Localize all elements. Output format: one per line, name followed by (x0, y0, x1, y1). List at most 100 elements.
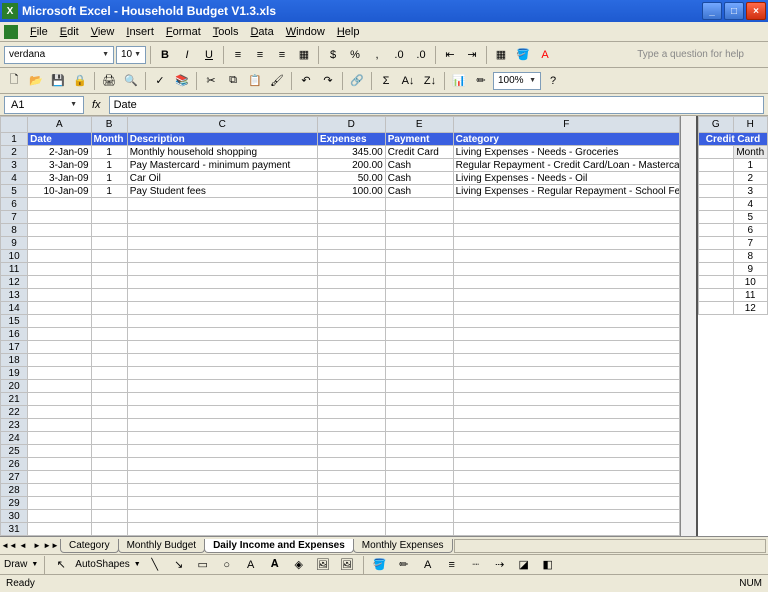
row-header[interactable]: 6 (1, 198, 28, 211)
arrow-button[interactable]: ↘ (169, 555, 189, 575)
row-header[interactable]: 15 (1, 315, 28, 328)
row-header[interactable]: 17 (1, 341, 28, 354)
row-header[interactable]: 16 (1, 328, 28, 341)
header-cell[interactable]: Category (453, 133, 679, 146)
tab-nav-prev[interactable]: ◄ (16, 539, 30, 553)
row-header[interactable]: 25 (1, 445, 28, 458)
currency-button[interactable]: $ (323, 45, 343, 65)
percent-button[interactable]: % (345, 45, 365, 65)
autoshapes-menu[interactable]: AutoShapes (75, 559, 130, 570)
side-month-cell[interactable]: 8 (733, 250, 768, 263)
format-painter-button[interactable]: 🖌 (267, 71, 287, 91)
sort-desc-button[interactable]: Z↓ (420, 71, 440, 91)
row-header[interactable]: 28 (1, 484, 28, 497)
cell[interactable]: 3-Jan-09 (28, 172, 91, 185)
minimize-button[interactable]: _ (702, 2, 722, 20)
fill-color-draw-button[interactable]: 🪣 (370, 555, 390, 575)
column-header-A[interactable]: A (28, 117, 91, 133)
row-header[interactable]: 2 (1, 146, 28, 159)
decrease-indent-button[interactable]: ⇤ (440, 45, 460, 65)
menu-tools[interactable]: Tools (207, 24, 245, 40)
cell[interactable]: Credit Card (385, 146, 453, 159)
row-header[interactable]: 4 (1, 172, 28, 185)
cell[interactable]: Regular Repayment - Credit Card/Loan - M… (453, 159, 679, 172)
cell[interactable]: 3-Jan-09 (28, 159, 91, 172)
line-button[interactable]: ╲ (145, 555, 165, 575)
side-subheader[interactable]: Month (733, 146, 768, 159)
sheet-tab-category[interactable]: Category (60, 539, 119, 553)
merge-center-button[interactable]: ▦ (294, 45, 314, 65)
horizontal-scrollbar[interactable] (454, 539, 766, 553)
fill-color-button[interactable]: 🪣 (513, 45, 533, 65)
align-center-button[interactable]: ≡ (250, 45, 270, 65)
menu-window[interactable]: Window (280, 24, 331, 40)
increase-indent-button[interactable]: ⇥ (462, 45, 482, 65)
column-header-B[interactable]: B (91, 117, 127, 133)
cell[interactable]: 10-Jan-09 (28, 185, 91, 198)
cell[interactable]: Pay Student fees (127, 185, 317, 198)
font-size-combo[interactable]: 10▼ (116, 46, 146, 64)
row-header[interactable]: 20 (1, 380, 28, 393)
cut-button[interactable]: ✂ (201, 71, 221, 91)
column-header-F[interactable]: F (453, 117, 679, 133)
tab-nav-last[interactable]: ►► (44, 539, 58, 553)
row-header[interactable]: 3 (1, 159, 28, 172)
save-button[interactable]: 💾 (48, 71, 68, 91)
row-header[interactable]: 5 (1, 185, 28, 198)
cell[interactable]: 1 (91, 146, 127, 159)
row-header[interactable]: 30 (1, 510, 28, 523)
undo-button[interactable]: ↶ (296, 71, 316, 91)
row-header[interactable]: 24 (1, 432, 28, 445)
shadow-button[interactable]: ◪ (514, 555, 534, 575)
picture-button[interactable]: 🖼 (337, 555, 357, 575)
row-header[interactable]: 1 (1, 133, 28, 146)
row-header[interactable]: 21 (1, 393, 28, 406)
cell[interactable]: Monthly household shopping (127, 146, 317, 159)
copy-button[interactable]: ⧉ (223, 71, 243, 91)
menu-edit[interactable]: Edit (54, 24, 85, 40)
select-all-corner[interactable] (1, 117, 28, 133)
side-month-cell[interactable]: 7 (733, 237, 768, 250)
column-header-H[interactable]: H (733, 117, 768, 133)
print-preview-button[interactable]: 🔍 (121, 71, 141, 91)
cell[interactable]: Car Oil (127, 172, 317, 185)
menu-view[interactable]: View (85, 24, 121, 40)
bold-button[interactable]: B (155, 45, 175, 65)
cell[interactable]: 100.00 (317, 185, 385, 198)
redo-button[interactable]: ↷ (318, 71, 338, 91)
row-header[interactable]: 26 (1, 458, 28, 471)
decrease-decimal-button[interactable]: .0 (411, 45, 431, 65)
side-month-cell[interactable]: 10 (733, 276, 768, 289)
cell[interactable]: 1 (91, 159, 127, 172)
menu-file[interactable]: File (24, 24, 54, 40)
borders-button[interactable]: ▦ (491, 45, 511, 65)
cell[interactable]: Pay Mastercard - minimum payment (127, 159, 317, 172)
header-cell[interactable]: Description (127, 133, 317, 146)
dash-style-button[interactable]: ┈ (466, 555, 486, 575)
clipart-button[interactable]: 🖼 (313, 555, 333, 575)
header-cell[interactable]: Payment (385, 133, 453, 146)
row-header[interactable]: 11 (1, 263, 28, 276)
wordart-button[interactable]: 𝐀 (265, 555, 285, 575)
cell[interactable]: 2-Jan-09 (28, 146, 91, 159)
tab-nav-first[interactable]: ◄◄ (2, 539, 16, 553)
row-header[interactable]: 7 (1, 211, 28, 224)
close-button[interactable]: × (746, 2, 766, 20)
menu-insert[interactable]: Insert (120, 24, 160, 40)
line-color-button[interactable]: ✏ (394, 555, 414, 575)
side-month-cell[interactable]: 11 (733, 289, 768, 302)
sheet-tab-monthly-expenses[interactable]: Monthly Expenses (353, 539, 453, 553)
select-objects-button[interactable]: ↖ (51, 555, 71, 575)
menu-format[interactable]: Format (160, 24, 207, 40)
side-month-cell[interactable]: 6 (733, 224, 768, 237)
rectangle-button[interactable]: ▭ (193, 555, 213, 575)
row-header[interactable]: 9 (1, 237, 28, 250)
side-month-cell[interactable]: 9 (733, 263, 768, 276)
row-header[interactable]: 14 (1, 302, 28, 315)
drawing-button[interactable]: ✏ (471, 71, 491, 91)
cell[interactable]: 1 (91, 185, 127, 198)
open-button[interactable]: 📂 (26, 71, 46, 91)
side-month-cell[interactable]: 2 (733, 172, 768, 185)
print-button[interactable]: 🖨 (99, 71, 119, 91)
side-month-cell[interactable]: 4 (733, 198, 768, 211)
